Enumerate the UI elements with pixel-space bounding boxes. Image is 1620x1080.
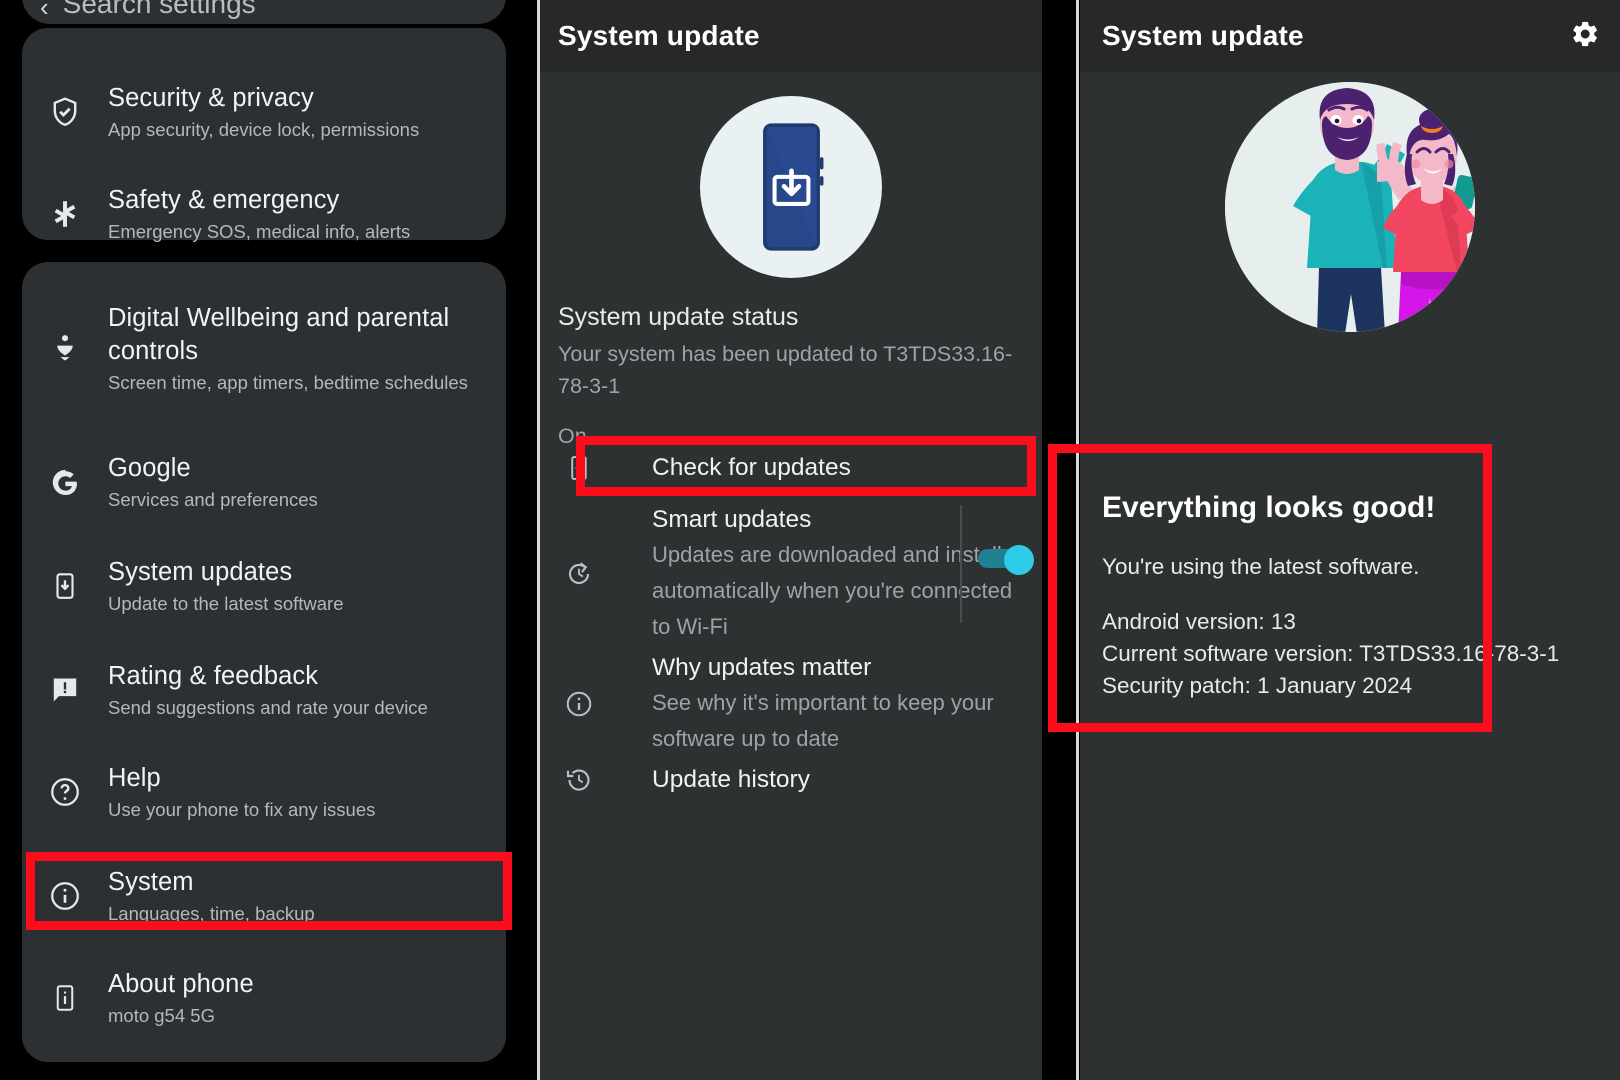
refresh-update-icon bbox=[540, 559, 618, 589]
gear-icon[interactable] bbox=[1570, 19, 1600, 54]
sidebar-item-title: Safety & emergency bbox=[108, 186, 340, 214]
system-row-highlight bbox=[26, 852, 512, 930]
sidebar-item-subtitle: Emergency SOS, medical info, alerts bbox=[108, 221, 411, 242]
sidebar-item-help[interactable]: Help Use your phone to fix any issues bbox=[22, 750, 506, 834]
update-history-row[interactable]: Update history bbox=[540, 752, 1042, 808]
google-g-icon bbox=[22, 465, 108, 499]
sidebar-item-title: About phone bbox=[108, 970, 254, 998]
row-subtitle: See why it's important to keep your soft… bbox=[652, 690, 994, 751]
history-icon bbox=[540, 765, 618, 795]
everything-looks-good-highlight bbox=[1048, 444, 1492, 732]
sidebar-item-subtitle: Screen time, app timers, bedtime schedul… bbox=[108, 371, 468, 393]
sidebar-item-safety-emergency[interactable]: Safety & emergency Emergency SOS, medica… bbox=[22, 172, 506, 256]
back-chevron-icon[interactable]: ‹ bbox=[40, 0, 49, 20]
sidebar-item-digital-wellbeing[interactable]: Digital Wellbeing and parental controls … bbox=[22, 284, 506, 412]
sidebar-item-rating-feedback[interactable]: Rating & feedback Send suggestions and r… bbox=[22, 648, 506, 732]
wellbeing-icon bbox=[22, 332, 108, 364]
sidebar-item-google[interactable]: Google Services and preferences bbox=[22, 440, 506, 524]
sidebar-item-subtitle: Use your phone to fix any issues bbox=[108, 799, 376, 820]
shield-check-icon bbox=[22, 95, 108, 129]
status-subtitle: Your system has been updated to T3TDS33.… bbox=[558, 342, 1013, 398]
system-update-icon bbox=[22, 571, 108, 601]
row-subtitle: Updates are downloaded and installed aut… bbox=[652, 542, 1027, 639]
sidebar-item-title: Google bbox=[108, 454, 191, 482]
system-update-status-block: System update status Your system has bee… bbox=[558, 300, 1028, 452]
settings-card-security: Security & privacy App security, device … bbox=[22, 28, 506, 242]
phone-download-icon bbox=[700, 96, 882, 278]
sidebar-item-title: System updates bbox=[108, 558, 293, 586]
sidebar-item-system-updates[interactable]: System updates Update to the latest soft… bbox=[22, 544, 506, 628]
phone-info-icon bbox=[22, 983, 108, 1013]
panel-divider bbox=[537, 0, 540, 1080]
hero-illustration bbox=[540, 96, 1042, 278]
toggle-knob bbox=[1004, 545, 1034, 575]
celebrating-people-illustration bbox=[1080, 82, 1620, 332]
sidebar-item-title: Rating & feedback bbox=[108, 662, 319, 690]
sidebar-item-subtitle: Send suggestions and rate your device bbox=[108, 697, 428, 718]
info-circle-icon bbox=[540, 689, 618, 719]
system-update-panel: System update System update status Your … bbox=[540, 0, 1042, 1080]
sidebar-item-about-phone[interactable]: About phone moto g54 5G bbox=[22, 956, 506, 1040]
sidebar-item-security-privacy[interactable]: Security & privacy App security, device … bbox=[22, 70, 506, 154]
sidebar-item-subtitle: Update to the latest software bbox=[108, 593, 344, 614]
sidebar-item-title: Digital Wellbeing and parental controls bbox=[108, 303, 450, 365]
sidebar-item-subtitle: moto g54 5G bbox=[108, 1005, 215, 1026]
illustration-circle bbox=[1225, 82, 1475, 332]
row-title: Update history bbox=[652, 766, 810, 793]
row-title: Why updates matter bbox=[652, 654, 872, 681]
smart-updates-toggle[interactable] bbox=[978, 545, 1036, 575]
search-settings-label: Search settings bbox=[62, 0, 256, 19]
screenshot-root: ‹ Search settings Security & privacy App… bbox=[0, 0, 1620, 1080]
smart-updates-row[interactable]: Smart updates Updates are downloaded and… bbox=[540, 496, 1042, 652]
page-title: System update bbox=[558, 20, 760, 51]
asterisk-icon bbox=[22, 197, 108, 231]
help-circle-icon bbox=[22, 775, 108, 809]
sidebar-item-title: Security & privacy bbox=[108, 84, 314, 112]
sidebar-item-title: Help bbox=[108, 764, 161, 792]
why-updates-matter-row[interactable]: Why updates matter See why it's importan… bbox=[540, 644, 1042, 764]
settings-card-system: Digital Wellbeing and parental controls … bbox=[22, 262, 506, 1062]
search-settings-bar[interactable]: ‹ Search settings bbox=[22, 0, 506, 24]
sidebar-item-subtitle: Services and preferences bbox=[108, 489, 318, 510]
feedback-icon bbox=[22, 674, 108, 706]
row-title: Smart updates bbox=[652, 506, 812, 533]
toggle-divider bbox=[960, 505, 962, 623]
app-bar: System update bbox=[540, 0, 1042, 72]
sidebar-item-subtitle: App security, device lock, permissions bbox=[108, 119, 420, 140]
status-title: System update status bbox=[558, 303, 799, 331]
check-for-updates-highlight bbox=[576, 436, 1036, 496]
